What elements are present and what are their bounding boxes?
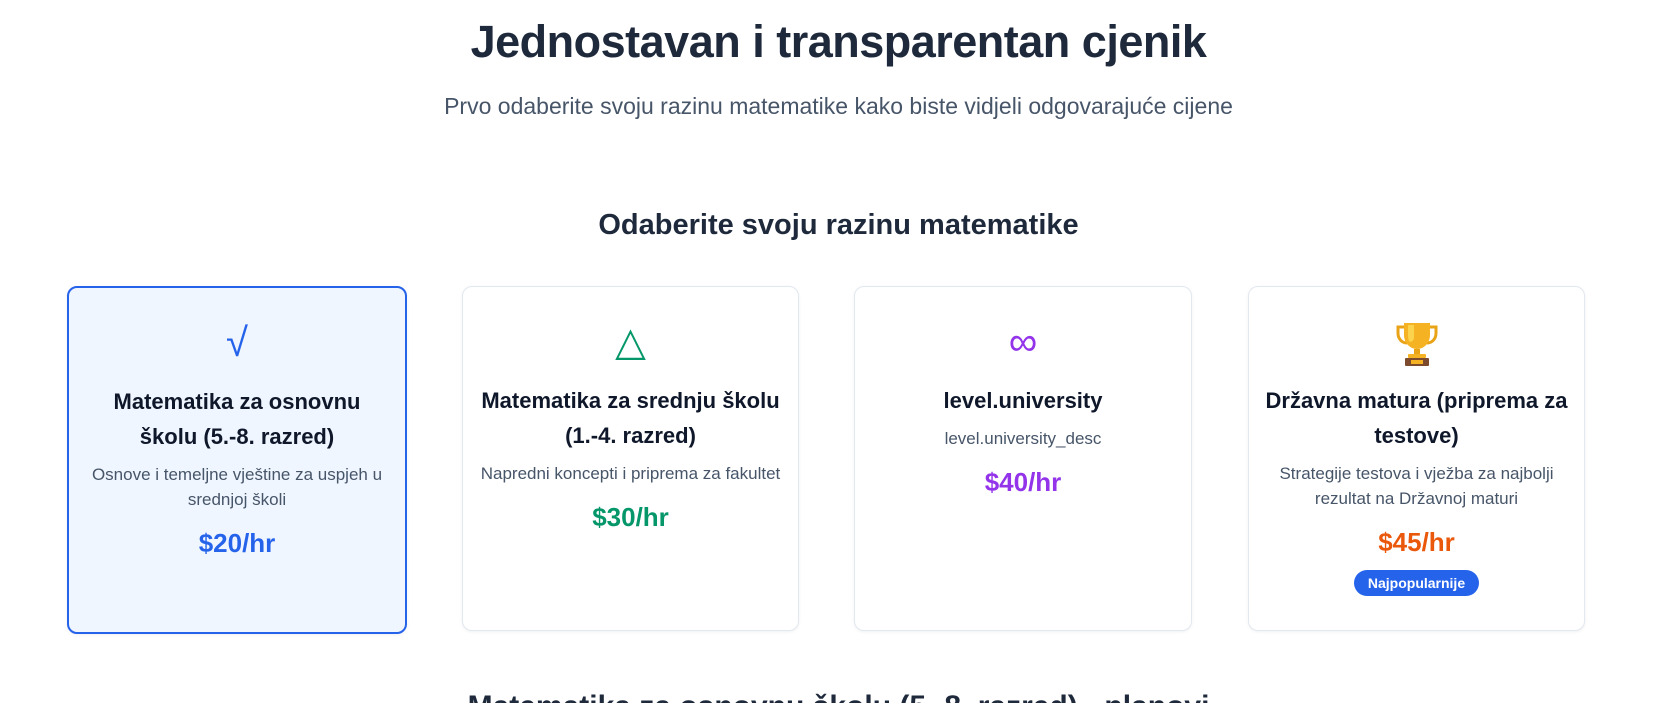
level-card-highschool[interactable]: △ Matematika za srednju školu (1.-4. raz… [462,286,799,631]
level-card-description: Strategije testova i vježba za najbolji … [1279,464,1554,508]
most-popular-badge: Najpopularnije [1353,570,1480,596]
level-card-title: Matematika za srednju školu (1.-4. razre… [481,388,780,448]
level-card-price: $20/hr [198,528,276,558]
level-card-title: level.university [943,388,1103,413]
square-root-icon: √ [226,321,248,365]
page-title: Jednostavan i transparentan cjenik [470,16,1207,67]
level-card-price: $40/hr [984,467,1062,497]
level-card-matura[interactable]: Državna matura (priprema za testove) Str… [1248,286,1585,631]
level-card-price: $45/hr [1378,527,1455,557]
plans-section-title: Matematika za osnovnu školu (5.-8. razre… [0,690,1677,703]
infinity-icon: ∞ [1008,320,1038,364]
trophy-icon [1249,317,1584,367]
level-section-title: Odaberite svoju razinu matematike [598,209,1079,241]
level-card-description: Osnove i temeljne vještine za uspjeh u s… [91,465,383,509]
level-cards: √ Matematika za osnovnu školu (5.-8. raz… [67,286,1612,634]
level-card-description: level.university_desc [944,429,1102,448]
level-card-title: Matematika za osnovnu školu (5.-8. razre… [113,389,361,449]
level-card-title: Državna matura (priprema za testove) [1265,388,1568,448]
pricing-page: Jednostavan i transparentan cjenik Prvo … [0,0,1677,703]
level-card-elementary[interactable]: √ Matematika za osnovnu školu (5.-8. raz… [67,286,407,634]
level-card-university[interactable]: ∞ level.university level.university_desc… [854,286,1192,631]
triangle-icon: △ [615,320,646,364]
level-card-price: $30/hr [592,502,669,532]
level-card-description: Napredni koncepti i priprema za fakultet [480,464,781,483]
page-subtitle: Prvo odaberite svoju razinu matematike k… [444,93,1233,119]
